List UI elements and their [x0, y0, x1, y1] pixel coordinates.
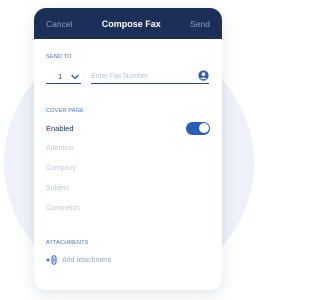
page-title: Compose Fax [101, 18, 161, 29]
subject-placeholder: Subject [46, 184, 70, 192]
send-to-heading: SEND TO [46, 54, 72, 60]
navbar: Cancel Compose Fax Send [34, 8, 222, 39]
cover-page-toggle[interactable] [186, 121, 210, 135]
toggle-knob [198, 123, 209, 133]
attention-field[interactable]: Attention [34, 138, 222, 158]
subject-field[interactable]: Subject [34, 178, 222, 198]
enabled-label: Enabled [46, 123, 74, 133]
company-field[interactable]: Company [34, 158, 222, 178]
cover-page-heading: COVER PAGE [46, 108, 84, 114]
phone-screen: Cancel Compose Fax Send SEND TO 1 Enter … [34, 8, 222, 290]
country-code-select[interactable]: 1 [46, 71, 81, 84]
fax-number-placeholder: Enter Fax Number [91, 73, 149, 80]
send-to-row: 1 Enter Fax Number [34, 70, 222, 84]
contact-icon[interactable] [198, 70, 209, 81]
country-code-value: 1 [58, 72, 63, 81]
comments-field[interactable]: Comments [34, 198, 222, 218]
fax-number-input[interactable]: Enter Fax Number [91, 70, 209, 84]
send-button[interactable]: Send [190, 19, 210, 29]
chevron-down-icon [71, 74, 79, 79]
add-attachment-button[interactable]: Add attachment [34, 255, 222, 265]
paperclip-add-icon [46, 255, 57, 265]
company-placeholder: Company [46, 164, 76, 172]
cancel-button[interactable]: Cancel [46, 19, 72, 29]
comments-placeholder: Comments [46, 204, 80, 212]
attachments-heading: ATTACHMENTS [46, 240, 89, 246]
add-attachment-label: Add attachment [62, 256, 112, 264]
cover-enabled-row: Enabled [34, 118, 222, 138]
attention-placeholder: Attention [46, 144, 74, 152]
